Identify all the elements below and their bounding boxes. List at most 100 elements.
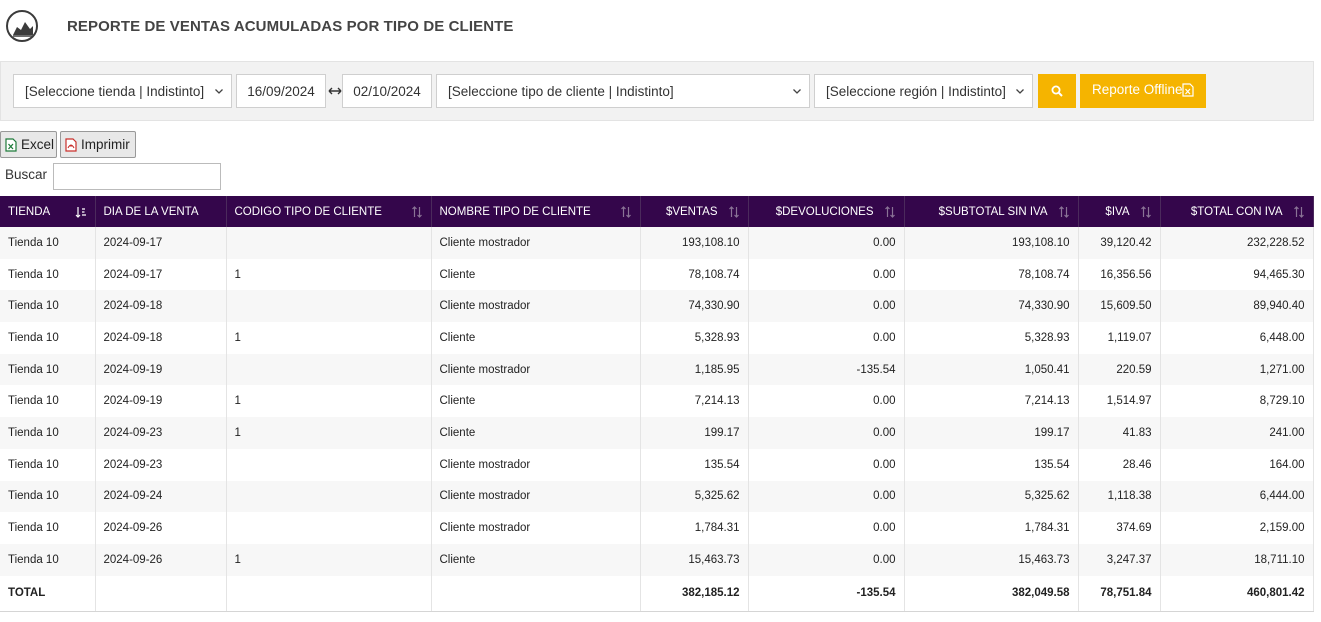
table-cell: 78,108.74 — [640, 258, 749, 291]
table-cell: 1 — [226, 258, 432, 291]
table-row: Tienda 10 2024-09-18 Cliente mostrador 74,3… — [0, 290, 1314, 323]
table-cell: 193,108.10 — [640, 227, 749, 259]
table-cell: 0.00 — [748, 480, 905, 513]
table-cell: 16,356.56 — [1078, 258, 1161, 291]
table-cell: 0.00 — [748, 258, 905, 291]
table-cell: 1,514.97 — [1078, 385, 1161, 418]
table-cell: Tienda 10 — [0, 512, 96, 544]
column-header[interactable]: $TOTAL CON IVA — [1160, 196, 1314, 227]
region-select-value: [Seleccione región | Indistinto] — [826, 84, 1006, 99]
table-cell: 1,050.41 — [904, 353, 1079, 386]
excel-button[interactable]: Excel — [0, 131, 57, 158]
sort-icon — [1293, 206, 1304, 218]
table-cell: 0.00 — [748, 417, 905, 449]
table-cell: 78,108.74 — [904, 258, 1079, 291]
table-cell: 241.00 — [1160, 417, 1314, 449]
table-cell: Cliente — [431, 417, 641, 449]
table-cell: Cliente — [431, 322, 641, 354]
table-cell: Tienda 10 — [0, 322, 96, 354]
table-cell — [226, 512, 432, 544]
column-header[interactable]: NOMBRE TIPO DE CLIENTE — [431, 196, 641, 227]
table-cell: Tienda 10 — [0, 353, 96, 386]
excel-file-icon — [1182, 83, 1194, 97]
table-cell: 164.00 — [1160, 448, 1314, 481]
table-cell: 374.69 — [1078, 512, 1161, 544]
table-cell: 5,325.62 — [640, 480, 749, 513]
table-cell: 135.54 — [904, 448, 1079, 481]
store-select[interactable]: [Seleccione tienda | Indistinto] — [13, 74, 232, 108]
table-cell: 15,463.73 — [904, 543, 1079, 576]
sort-icon — [884, 206, 895, 218]
table-cell: 2024-09-17 — [95, 227, 227, 259]
table-cell: 0.00 — [748, 290, 905, 323]
sort-asc-icon — [75, 207, 86, 218]
table-row: Tienda 10 2024-09-17 1 Cliente 78,108.74 0.00… — [0, 258, 1314, 291]
filter-bar: [Seleccione tienda | Indistinto] 16/09/2… — [0, 61, 1314, 121]
table-cell — [226, 480, 432, 513]
column-header[interactable]: $IVA — [1078, 196, 1161, 227]
table-cell: Tienda 10 — [0, 290, 96, 323]
search-label: Buscar — [5, 167, 48, 182]
column-header[interactable]: $VENTAS — [640, 196, 749, 227]
table-cell: 0.00 — [748, 385, 905, 418]
table-cell: 1 — [226, 385, 432, 418]
column-header[interactable]: CODIGO TIPO DE CLIENTE — [226, 196, 432, 227]
table-cell: 2024-09-24 — [95, 480, 227, 513]
table-cell: 2024-09-18 — [95, 322, 227, 354]
column-header[interactable]: $DEVOLUCIONES — [748, 196, 905, 227]
table-cell: 1 — [226, 322, 432, 354]
table-cell: Tienda 10 — [0, 448, 96, 481]
sort-icon — [728, 206, 739, 218]
table-cell: 1 — [226, 417, 432, 449]
chevron-down-icon — [793, 89, 801, 94]
offline-report-button[interactable]: Reporte Offline — [1080, 74, 1206, 108]
table-cell: Cliente mostrador — [431, 448, 641, 481]
table-cell: 6,448.00 — [1160, 322, 1314, 354]
table-cell — [431, 575, 641, 613]
date-from-input[interactable]: 16/09/2024 — [236, 74, 326, 108]
table-cell: 5,325.62 — [904, 480, 1079, 513]
table-cell: Tienda 10 — [0, 227, 96, 259]
column-header[interactable]: DIA DE LA VENTA — [95, 196, 227, 227]
print-button[interactable]: Imprimir — [60, 131, 136, 158]
page-title: REPORTE DE VENTAS ACUMULADAS POR TIPO DE… — [67, 18, 514, 35]
table-cell: 7,214.13 — [904, 385, 1079, 418]
date-to-input[interactable]: 02/10/2024 — [342, 74, 432, 108]
table-cell: Cliente mostrador — [431, 290, 641, 323]
table-cell: Cliente mostrador — [431, 353, 641, 386]
table-cell: 39,120.42 — [1078, 227, 1161, 259]
table-cell: 2024-09-26 — [95, 543, 227, 576]
table-cell: 5,328.93 — [904, 322, 1079, 354]
table-cell: Cliente — [431, 385, 641, 418]
sort-icon — [620, 206, 631, 218]
table-cell: Tienda 10 — [0, 417, 96, 449]
excel-file-icon — [5, 138, 17, 152]
table-cell: 89,940.40 — [1160, 290, 1314, 323]
table-row: Tienda 10 2024-09-24 Cliente mostrador 5,32… — [0, 480, 1314, 513]
client-type-select[interactable]: [Seleccione tipo de cliente | Indistinto… — [436, 74, 810, 108]
table-cell: 199.17 — [640, 417, 749, 449]
table-cell: 15,463.73 — [640, 543, 749, 576]
offline-report-label: Reporte Offline — [1092, 82, 1183, 97]
search-input[interactable] — [53, 163, 221, 190]
table-cell: 2024-09-19 — [95, 385, 227, 418]
table-cell: 1,271.00 — [1160, 353, 1314, 386]
table-cell: Cliente — [431, 543, 641, 576]
table-cell: 0.00 — [748, 512, 905, 544]
table-cell: 2024-09-23 — [95, 448, 227, 481]
table-cell: 41.83 — [1078, 417, 1161, 449]
column-header[interactable]: $SUBTOTAL SIN IVA — [904, 196, 1079, 227]
table-header-row: TIENDA DIA DE LA VENTA CODIGO TIPO DE CL… — [0, 196, 1314, 227]
region-select[interactable]: [Seleccione región | Indistinto] — [814, 74, 1033, 108]
column-header[interactable]: TIENDA — [0, 196, 96, 227]
table-cell — [226, 575, 432, 613]
search-button[interactable] — [1038, 74, 1076, 108]
table-cell: 2024-09-17 — [95, 258, 227, 291]
table-cell: 1 — [226, 543, 432, 576]
table-cell: 1,784.31 — [640, 512, 749, 544]
table-cell: 7,214.13 — [640, 385, 749, 418]
table-cell — [226, 227, 432, 259]
table-cell: 232,228.52 — [1160, 227, 1314, 259]
table-cell: 74,330.90 — [904, 290, 1079, 323]
store-select-value: [Seleccione tienda | Indistinto] — [25, 84, 205, 99]
